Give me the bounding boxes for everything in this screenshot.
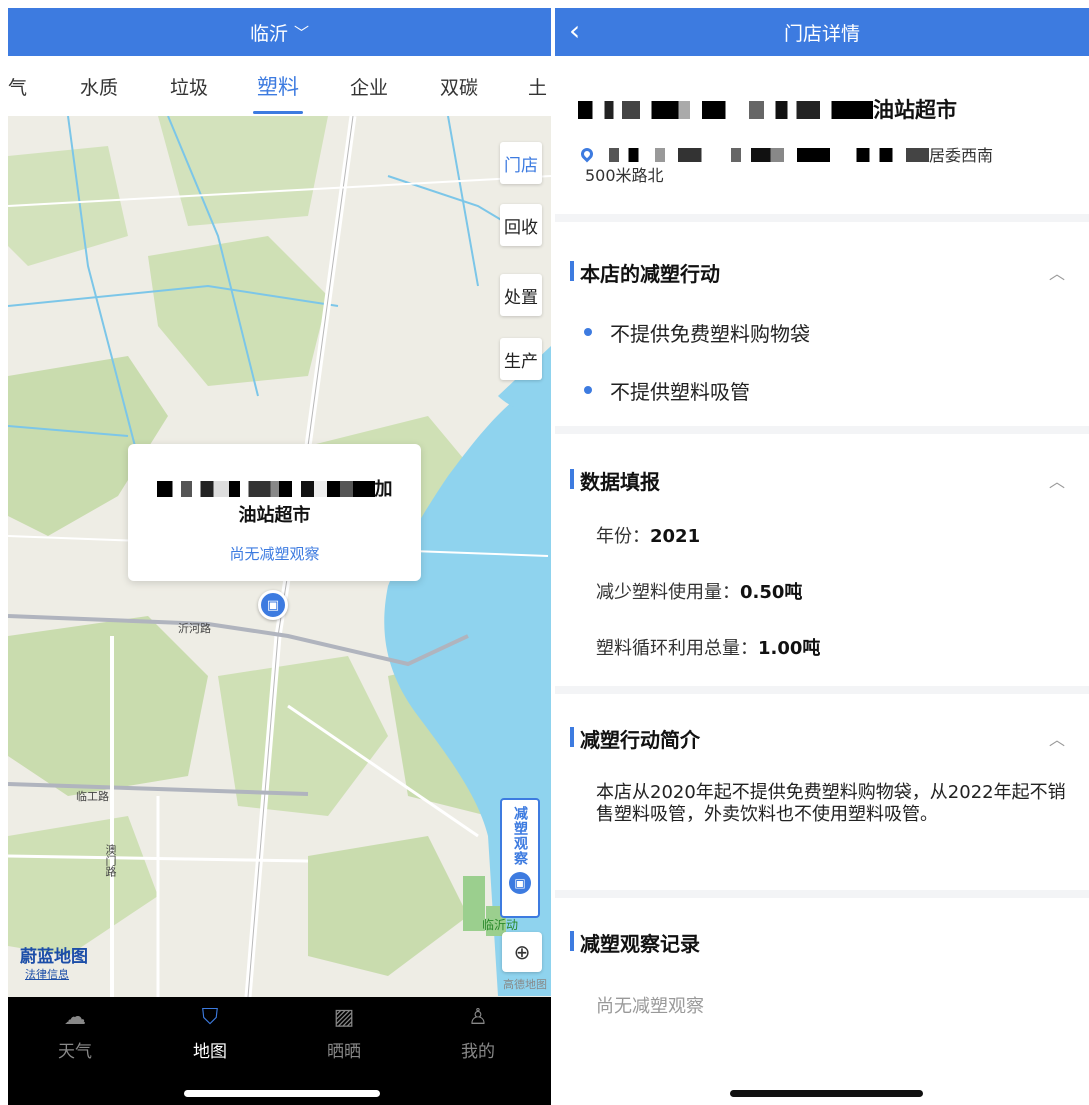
locate-button[interactable]: ⊕ xyxy=(502,932,542,972)
year-value: 2021 xyxy=(650,526,701,547)
action-item: 不提供塑料吸管 xyxy=(580,376,750,405)
category-tabs: 气 水质 垃圾 塑料 企业 双碳 土 xyxy=(8,56,551,116)
nav-weather[interactable]: ☁ 天气 xyxy=(25,1003,125,1062)
home-indicator xyxy=(730,1090,923,1097)
store-marker-icon[interactable]: ▣ xyxy=(258,590,288,620)
tab-air[interactable]: 气 xyxy=(8,73,27,100)
tab-enterprise[interactable]: 企业 xyxy=(350,73,388,100)
chevron-up-icon[interactable]: ︿ xyxy=(1049,260,1065,284)
nav-label: 地图 xyxy=(193,1042,227,1062)
reduce-value: 0.50吨 xyxy=(740,582,803,603)
map-screen: 临沂 ﹀ 气 水质 垃圾 塑料 企业 双碳 土 门店 回收 处置 生产 加 油站… xyxy=(8,8,551,1105)
observation-link[interactable]: 尚无减塑观察 xyxy=(128,543,421,564)
plastic-observation-label: 减塑观察 xyxy=(512,806,528,866)
recycle-button[interactable]: 回收 xyxy=(500,204,542,246)
tab-water[interactable]: 水质 xyxy=(80,73,118,100)
store-name-line-2: 油站超市 xyxy=(238,505,311,526)
store-detail-screen: ‹ 门店详情 油站超市 居委西南 500米路北 本店的减塑行动 ︿ 不提供免费塑… xyxy=(555,8,1089,1105)
address-line-2: 500米路北 xyxy=(585,166,664,185)
divider xyxy=(555,426,1089,434)
gaode-attribution: 高德地图 xyxy=(503,978,547,991)
store-name-line-1: 加 xyxy=(128,475,421,501)
divider xyxy=(555,214,1089,222)
back-icon[interactable]: ‹ xyxy=(569,14,580,47)
redacted-block xyxy=(156,481,375,497)
road-label: 临工路 xyxy=(76,790,109,803)
road-label: 澳门路 xyxy=(104,844,117,877)
recycle-label: 塑料循环利用总量： xyxy=(596,638,758,659)
plastic-observation-button[interactable]: 减塑观察 ▣ xyxy=(500,798,540,918)
year-label: 年份： xyxy=(596,526,650,547)
store-name: 油站超市 xyxy=(555,56,1089,146)
chevron-down-icon: ﹀ xyxy=(294,23,310,42)
city-name: 临沂 xyxy=(249,22,288,45)
header: ‹ 门店详情 xyxy=(555,8,1089,56)
tab-plastic[interactable]: 塑料 xyxy=(257,71,299,101)
city-selector[interactable]: 临沂 ﹀ xyxy=(8,8,551,56)
empty-records-text: 尚无减塑观察 xyxy=(596,996,704,1017)
nav-share[interactable]: ▨ 晒晒 xyxy=(294,1003,394,1062)
legal-link[interactable]: 法律信息 xyxy=(25,966,69,982)
intro-text: 本店从2020年起不提供免费塑料购物袋，从2022年起不销售塑料吸管，外卖饮料也… xyxy=(596,782,1066,825)
section-title: 减塑观察记录 xyxy=(570,928,700,957)
map-logo: 蔚蓝地图 xyxy=(20,947,88,967)
section-title: 本店的减塑行动 xyxy=(570,258,720,287)
cloud-icon: ☁ xyxy=(64,1005,86,1030)
store-name-suffix: 油站超市 xyxy=(873,98,957,122)
crosshair-icon: ⊕ xyxy=(513,940,531,964)
year-row: 年份：2021 xyxy=(596,522,700,548)
reduce-row: 减少塑料使用量：0.50吨 xyxy=(596,578,802,604)
user-icon: ♙ xyxy=(468,1005,488,1030)
nav-label: 天气 xyxy=(58,1042,92,1062)
production-button[interactable]: 生产 xyxy=(500,338,542,380)
nav-profile[interactable]: ♙ 我的 xyxy=(428,1003,528,1062)
map-view[interactable]: 门店 回收 处置 生产 加 油站超市 尚无减塑观察 ▣ 沂河路 临工路 澳门路 … xyxy=(8,116,551,997)
section-title: 数据填报 xyxy=(570,466,660,495)
photo-icon: ▨ xyxy=(333,1005,355,1030)
tab-soil[interactable]: 土 xyxy=(528,73,547,100)
chevron-up-icon[interactable]: ︿ xyxy=(1049,726,1065,750)
disposal-button[interactable]: 处置 xyxy=(500,274,542,316)
chevron-up-icon[interactable]: ︿ xyxy=(1049,468,1065,492)
reduce-label: 减少塑料使用量： xyxy=(596,582,740,603)
redacted-block xyxy=(599,148,929,162)
tab-garbage[interactable]: 垃圾 xyxy=(170,73,208,100)
address-suffix: 居委西南 xyxy=(929,146,994,165)
section-title: 减塑行动简介 xyxy=(570,724,700,753)
store-address: 居委西南 500米路北 xyxy=(578,145,994,186)
nav-label: 晒晒 xyxy=(327,1042,361,1062)
nav-map[interactable]: ⛉ 地图 xyxy=(160,1003,260,1062)
road-label: 沂河路 xyxy=(178,622,211,635)
redacted-block xyxy=(578,101,873,119)
bottom-nav: ☁ 天气 ⛉ 地图 ▨ 晒晒 ♙ 我的 xyxy=(8,997,551,1105)
home-indicator xyxy=(184,1090,380,1097)
tab-carbon[interactable]: 双碳 xyxy=(440,73,478,100)
divider xyxy=(555,890,1089,898)
recycle-row: 塑料循环利用总量：1.00吨 xyxy=(596,634,820,660)
shop-icon: ▣ xyxy=(509,872,531,894)
map-pin-icon: ⛉ xyxy=(201,1005,219,1030)
nav-label: 我的 xyxy=(461,1042,495,1062)
store-popup[interactable]: 加 油站超市 尚无减塑观察 xyxy=(128,444,421,581)
recycle-value: 1.00吨 xyxy=(758,638,821,659)
poi-label: 临沂动 xyxy=(482,918,519,932)
stores-button[interactable]: 门店 xyxy=(500,142,542,184)
divider xyxy=(555,686,1089,694)
store-name-suffix: 加 xyxy=(374,479,393,500)
action-item: 不提供免费塑料购物袋 xyxy=(580,318,810,347)
page-title: 门店详情 xyxy=(783,22,860,45)
